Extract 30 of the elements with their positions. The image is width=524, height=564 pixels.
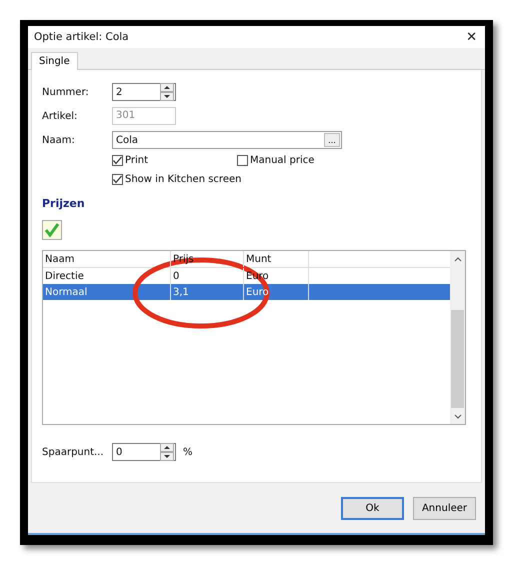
name-field[interactable]: Cola ...	[112, 131, 342, 149]
browse-button[interactable]: ...	[324, 133, 340, 147]
close-button[interactable]: ✕	[458, 30, 485, 44]
checkbox[interactable]	[237, 155, 248, 166]
field-label: Spaarpunt...	[42, 446, 105, 458]
table-cell: 3,1	[171, 284, 244, 300]
checkbox-label: Manual price	[250, 155, 314, 166]
spin-arrows-icon[interactable]	[160, 83, 174, 101]
checkbox[interactable]	[112, 155, 123, 166]
unit-label: %	[183, 446, 193, 458]
spin-field[interactable]: 2	[112, 83, 176, 101]
checkbox-label: Print	[125, 155, 148, 166]
checkmark-icon[interactable]	[42, 220, 62, 240]
column-header[interactable]: Munt	[244, 251, 309, 267]
section-title: Prijzen	[42, 197, 86, 210]
window-title: Optie artikel: Cola	[34, 31, 129, 43]
ok-button[interactable]: Ok	[341, 496, 404, 520]
tab[interactable]: Single	[31, 52, 78, 70]
spin-field[interactable]: 0	[112, 443, 176, 461]
checkbox[interactable]	[112, 174, 123, 185]
scrollbar[interactable]	[450, 251, 465, 424]
column-header[interactable]: Naam	[43, 251, 171, 267]
field-label: Artikel:	[42, 110, 78, 122]
field-label: Naam:	[42, 134, 76, 146]
field-label: Nummer:	[42, 86, 90, 98]
checkbox-label: Show in Kitchen screen	[125, 174, 242, 185]
cancel-button[interactable]: Annuleer	[413, 496, 476, 520]
spin-arrows-icon[interactable]	[160, 443, 174, 461]
table-cell: Normaal	[43, 284, 171, 300]
scroll-thumb[interactable]	[451, 310, 464, 408]
